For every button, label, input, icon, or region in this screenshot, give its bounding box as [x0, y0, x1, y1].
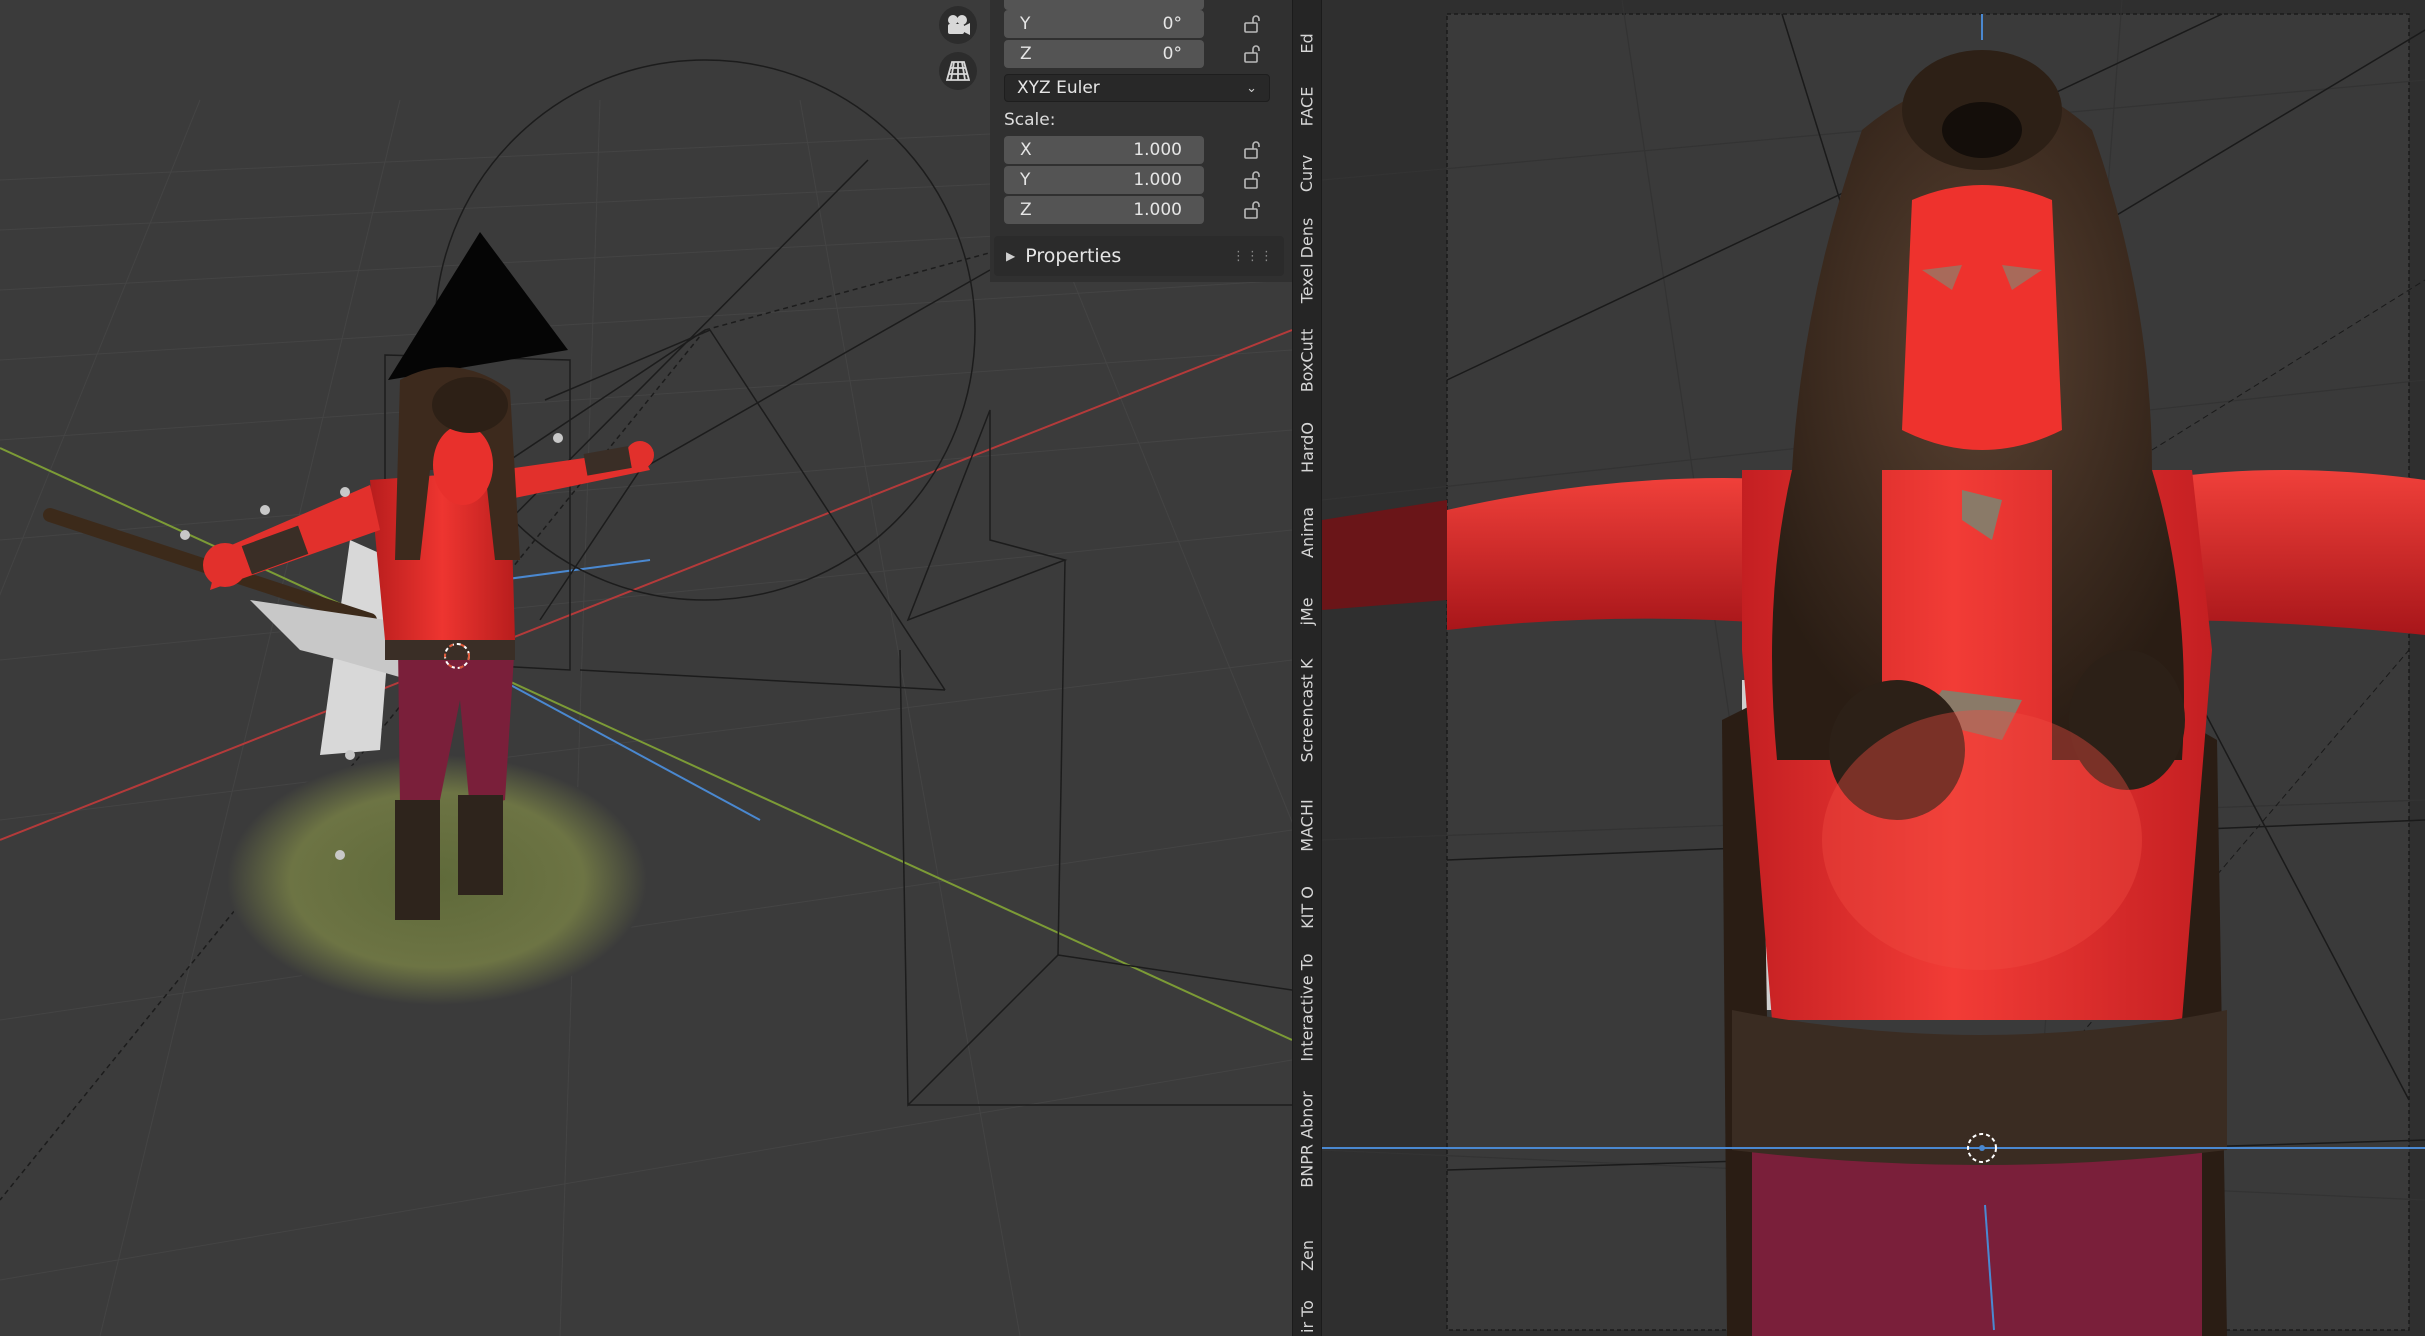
unlock-icon[interactable] — [1242, 44, 1262, 64]
tab-label: Curv — [1297, 154, 1317, 192]
disclosure-triangle-icon: ▶ — [1006, 249, 1016, 263]
unlock-icon[interactable] — [1242, 140, 1262, 160]
properties-panel-header[interactable]: ▶ Properties ⋮⋮⋮ — [994, 236, 1284, 276]
tab-label: ir To — [1297, 1299, 1317, 1333]
tab-label: BoxCutt — [1297, 328, 1317, 392]
tab-label: KIT O — [1297, 885, 1317, 929]
tab-label: FACE — [1297, 86, 1317, 126]
tab-screencast-k[interactable]: Screencast K — [1293, 650, 1321, 770]
scale-z-field[interactable]: Z 1.000 — [1004, 196, 1204, 224]
perspective-grid-icon[interactable] — [939, 52, 977, 90]
unlock-icon[interactable] — [1242, 170, 1262, 190]
tab-curv[interactable]: Curv — [1293, 144, 1321, 202]
scale-x-label: X — [1020, 140, 1032, 160]
tab-ir-to[interactable]: ir To — [1293, 1296, 1321, 1336]
tab-texel-dens[interactable]: Texel Dens — [1293, 210, 1321, 310]
tab-label: HardO — [1297, 421, 1317, 473]
rotation-y-label: Y — [1020, 14, 1031, 34]
tab-zen[interactable]: Zen — [1293, 1220, 1321, 1290]
tab-partial[interactable] — [1293, 0, 1321, 12]
viewport-right-camera[interactable] — [1322, 0, 2425, 1336]
tab-label: MACHI — [1297, 798, 1317, 852]
rotation-z-value: 0° — [1162, 44, 1182, 64]
scale-y-field[interactable]: Y 1.000 — [1004, 166, 1204, 194]
scale-y-label: Y — [1020, 170, 1031, 190]
tab-label: Interactive To — [1297, 952, 1317, 1062]
scale-z-value: 1.000 — [1133, 200, 1182, 220]
rotation-y-field[interactable]: Y 0° — [1004, 10, 1204, 38]
tab-label: Texel Dens — [1297, 217, 1317, 303]
tab-anima[interactable]: Anima — [1293, 492, 1321, 572]
tab-boxcutt[interactable]: BoxCutt — [1293, 318, 1321, 402]
rotation-z-field[interactable]: Z 0° — [1004, 40, 1204, 68]
tab-label: Anima — [1297, 506, 1317, 558]
tab-label: jMe — [1297, 596, 1317, 626]
rotation-y-value: 0° — [1162, 14, 1182, 34]
tab-machi[interactable]: MACHI — [1293, 780, 1321, 870]
rotation-mode-value: XYZ Euler — [1017, 78, 1100, 98]
tab-label: Screencast K — [1297, 658, 1317, 762]
scale-y-value: 1.000 — [1133, 170, 1182, 190]
scale-label: Scale: — [1004, 110, 1056, 130]
unlock-icon[interactable] — [1242, 200, 1262, 220]
sidebar-tab-strip: Ed FACE Curv Texel Dens BoxCutt HardO An… — [1292, 0, 1322, 1336]
tab-label: BNPR Abnor — [1297, 1090, 1317, 1188]
tab-jme[interactable]: jMe — [1293, 580, 1321, 642]
scale-x-value: 1.000 — [1133, 140, 1182, 160]
tab-hardo[interactable]: HardO — [1293, 410, 1321, 484]
camera-view-icon[interactable] — [939, 6, 977, 44]
unlock-icon[interactable] — [1242, 14, 1262, 34]
tab-kit-o[interactable]: KIT O — [1293, 876, 1321, 938]
tab-ed[interactable]: Ed — [1293, 18, 1321, 68]
properties-label: Properties — [1025, 245, 1122, 267]
rotation-mode-select[interactable]: XYZ Euler ⌄ — [1004, 74, 1270, 102]
chevron-down-icon: ⌄ — [1246, 80, 1257, 96]
drag-grip-icon[interactable]: ⋮⋮⋮ — [1232, 249, 1274, 264]
tab-interactive-to[interactable]: Interactive To — [1293, 948, 1321, 1066]
viewport-left[interactable]: Y 0° Z 0° XYZ Euler ⌄ Scale: X 1.000 Y 1… — [0, 0, 1292, 1336]
tab-face[interactable]: FACE — [1293, 76, 1321, 136]
transform-panel: Y 0° Z 0° XYZ Euler ⌄ Scale: X 1.000 Y 1… — [990, 0, 1292, 282]
tab-bnpr-abnor[interactable]: BNPR Abnor — [1293, 1080, 1321, 1198]
tab-label: Ed — [1297, 32, 1317, 54]
scene-right — [1322, 0, 2425, 1336]
rotation-x-field[interactable] — [1004, 0, 1204, 10]
scale-z-label: Z — [1020, 200, 1032, 220]
rotation-z-label: Z — [1020, 44, 1032, 64]
scale-x-field[interactable]: X 1.000 — [1004, 136, 1204, 164]
tab-label: Zen — [1297, 1239, 1317, 1271]
